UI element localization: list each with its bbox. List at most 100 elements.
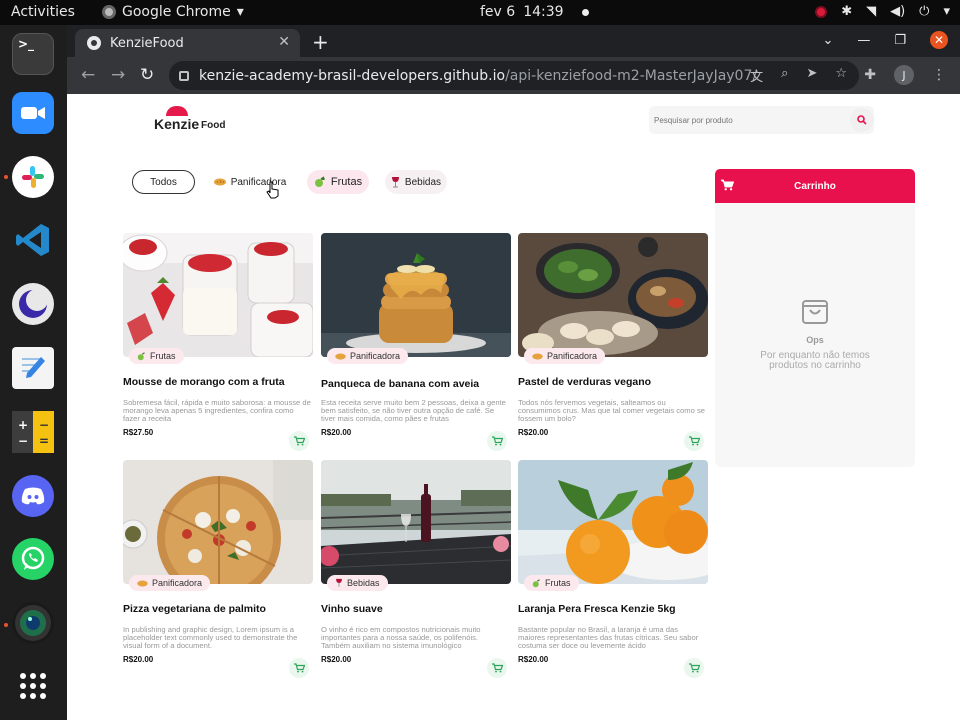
activities-button[interactable]: Activities <box>11 4 75 20</box>
add-to-cart-button[interactable] <box>684 431 704 451</box>
product-image[interactable] <box>321 460 511 584</box>
lock-icon[interactable] <box>179 70 189 81</box>
terminal-icon[interactable]: >_ <box>12 33 54 75</box>
logo-main-text: Kenzie <box>154 116 200 132</box>
browser-toolbar: ← → ↻ kenzie-academy-brasil-developers.g… <box>67 57 960 94</box>
clock[interactable]: fev 6 14:39 <box>480 4 589 20</box>
slack-tray-icon[interactable]: ✱ <box>841 4 852 19</box>
product-price: R$20.00 <box>518 655 549 664</box>
category-label: Panificadora <box>547 351 598 361</box>
category-badge: Panificadora <box>524 348 606 364</box>
add-to-cart-button[interactable] <box>289 431 309 451</box>
extensions-icon[interactable]: ✚ <box>864 67 876 83</box>
category-label: Frutas <box>150 351 176 361</box>
product-description: Esta receita serve muito bem 2 pessoas, … <box>321 399 506 424</box>
filter-bebidas[interactable]: Bebidas <box>385 170 447 194</box>
filter-label: Bebidas <box>404 176 442 188</box>
search-input[interactable] <box>649 106 839 134</box>
moon-app-icon[interactable] <box>12 283 54 325</box>
category-badge: Frutas <box>129 348 184 364</box>
kenziefood-logo[interactable]: Kenzie Food <box>154 106 234 136</box>
wine-icon <box>391 177 399 188</box>
cart-header: Carrinho <box>715 169 915 203</box>
zoom-icon[interactable] <box>12 92 54 134</box>
menu-kebab-icon[interactable]: ⋮ <box>932 67 946 83</box>
bookmark-star-icon[interactable]: ☆ <box>835 66 847 85</box>
slack-icon[interactable] <box>12 156 54 198</box>
product-image[interactable] <box>123 460 313 584</box>
category-label: Frutas <box>545 578 571 588</box>
fruit-icon <box>137 351 145 360</box>
maximize-icon[interactable]: ❐ <box>894 33 906 48</box>
search-button[interactable] <box>850 108 874 132</box>
cart-empty-message: Por enquanto não temos produtos no carri… <box>760 350 870 371</box>
wifi-icon: ◥ <box>866 4 877 19</box>
product-image[interactable] <box>123 233 313 357</box>
send-icon[interactable]: ➤ <box>806 66 817 85</box>
recording-icon[interactable] <box>815 5 828 18</box>
shopping-bag-icon <box>802 300 828 324</box>
app-menu[interactable]: Google Chrome ▾ <box>102 4 244 20</box>
product-description: Bastante popular no Brasil, a laranja é … <box>518 626 699 651</box>
minimize-icon[interactable]: — <box>857 33 870 48</box>
cart-add-icon <box>491 663 503 673</box>
discord-icon[interactable] <box>12 475 54 517</box>
filter-label: Todos <box>150 176 177 188</box>
product-name: Panqueca de banana com aveia <box>321 378 480 390</box>
filter-todos[interactable]: Todos <box>132 170 195 194</box>
product-description: O vinho é rico em compostos nutricionais… <box>321 626 481 651</box>
product-image[interactable] <box>518 460 708 584</box>
product-description: Sobremesa fácil, rápida e muito saborosa… <box>123 399 311 424</box>
bread-icon <box>137 579 148 587</box>
bread-icon <box>335 352 346 360</box>
product-description: In publishing and graphic design, Lorem … <box>123 626 298 651</box>
calculator-icon[interactable]: + − − = <box>12 411 54 453</box>
close-window-icon[interactable]: ✕ <box>930 31 948 49</box>
reload-icon[interactable]: ↻ <box>140 65 154 85</box>
filter-frutas[interactable]: Frutas <box>307 170 369 194</box>
system-tray[interactable]: ✱ ◥ ◀) ⏻ ▾ <box>815 4 950 19</box>
new-tab-icon[interactable]: + <box>312 30 329 54</box>
vscode-icon[interactable] <box>12 219 54 261</box>
add-to-cart-button[interactable] <box>684 658 704 678</box>
profile-avatar[interactable]: J <box>894 65 914 85</box>
translate-icon[interactable]: 文 <box>750 66 763 85</box>
fruit-icon <box>532 578 540 587</box>
category-label: Bebidas <box>347 578 380 588</box>
add-to-cart-button[interactable] <box>487 658 507 678</box>
zoom-icon[interactable]: ⌕ <box>781 66 788 85</box>
product-price: R$20.00 <box>321 428 352 437</box>
show-apps-icon[interactable] <box>12 665 54 707</box>
webcam-app-icon[interactable] <box>12 602 54 644</box>
add-to-cart-button[interactable] <box>289 658 309 678</box>
search-icon <box>857 115 867 125</box>
cart-empty-title: Ops <box>806 335 824 345</box>
running-indicator <box>4 623 8 627</box>
product-card: Frutas Mousse de morango com a fruta Sob… <box>123 233 313 451</box>
mouse-pointer-icon <box>266 181 279 199</box>
address-bar[interactable]: kenzie-academy-brasil-developers.github.… <box>169 61 859 90</box>
cart-add-icon <box>491 436 503 446</box>
product-name: Pastel de verduras vegano <box>518 376 652 388</box>
product-card: Panificadora Panqueca de banana com avei… <box>321 233 511 451</box>
cart-add-icon <box>688 663 700 673</box>
clock-time: 14:39 <box>523 4 564 20</box>
svg-text:+: + <box>18 418 28 432</box>
back-icon[interactable]: ← <box>81 65 95 85</box>
product-card: Frutas Laranja Pera Fresca Kenzie 5kg Ba… <box>518 460 708 678</box>
product-image[interactable] <box>321 233 511 357</box>
tab-kenziefood[interactable]: KenzieFood ✕ <box>75 29 300 57</box>
notification-dot-icon <box>581 8 589 16</box>
tab-search-icon[interactable]: ⌄ <box>822 33 833 48</box>
chrome-icon <box>102 5 116 19</box>
forward-icon[interactable]: → <box>111 65 125 85</box>
window-controls: ⌄ — ❐ ✕ <box>822 31 948 49</box>
add-to-cart-button[interactable] <box>487 431 507 451</box>
volume-icon: ◀) <box>890 4 906 19</box>
whatsapp-icon[interactable] <box>12 538 54 580</box>
caret-down-icon: ▾ <box>236 4 244 20</box>
text-editor-icon[interactable] <box>12 347 54 389</box>
close-tab-icon[interactable]: ✕ <box>278 34 290 50</box>
product-image[interactable] <box>518 233 708 357</box>
product-name: Mousse de morango com a fruta <box>123 376 285 388</box>
